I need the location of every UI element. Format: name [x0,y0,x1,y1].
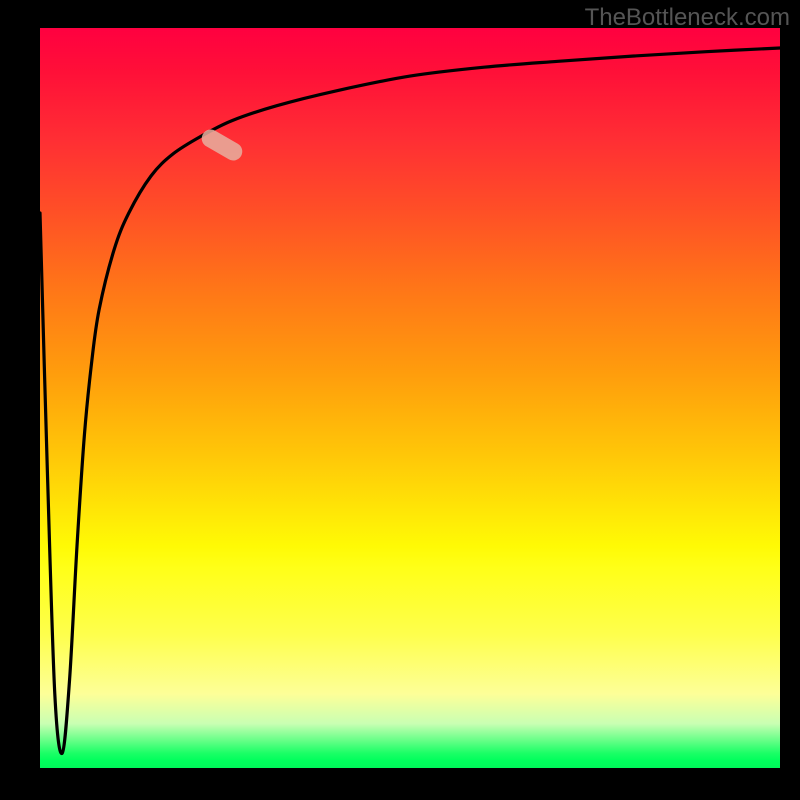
chart-curve [40,28,780,768]
chart-frame [40,28,780,768]
watermark-text: TheBottleneck.com [585,4,790,32]
